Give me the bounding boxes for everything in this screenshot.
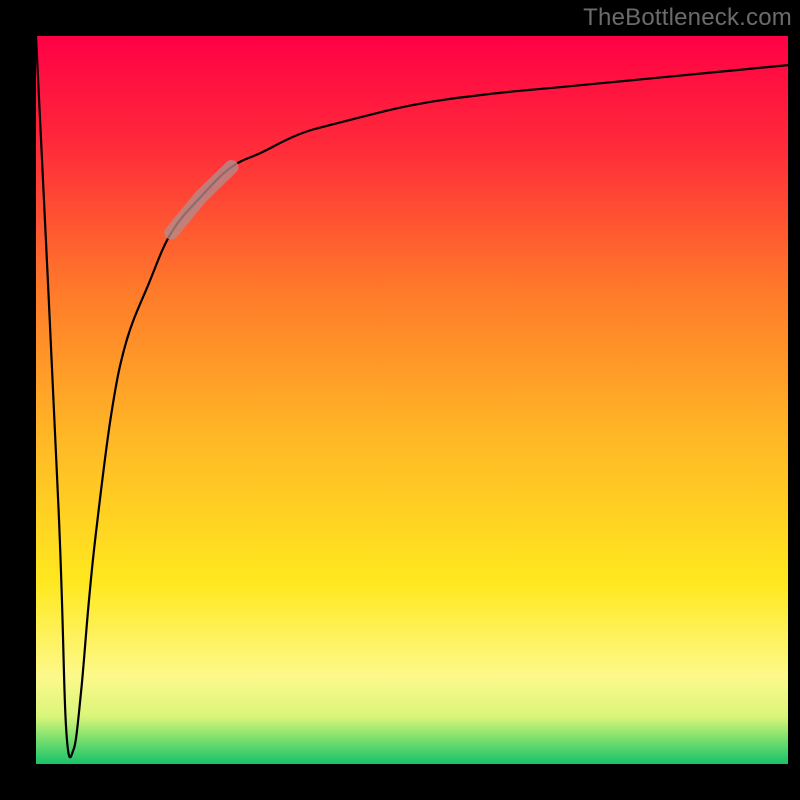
chart-plot-background	[36, 36, 788, 764]
bottleneck-chart	[0, 0, 800, 800]
chart-container: TheBottleneck.com	[0, 0, 800, 800]
watermark-text: TheBottleneck.com	[583, 4, 792, 32]
